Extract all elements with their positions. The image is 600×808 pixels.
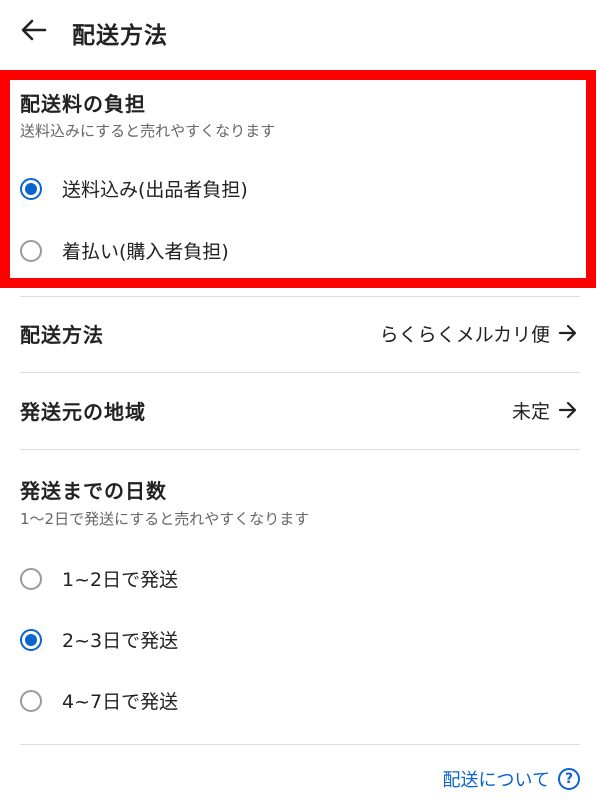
radio-option-1-2-days[interactable]: 1~2日で発送	[20, 565, 178, 592]
arrow-right-icon	[558, 401, 578, 419]
divider	[20, 296, 580, 297]
back-button[interactable]	[14, 14, 54, 50]
shipping-info-link-text: 配送について	[442, 770, 550, 791]
radio-option-2-3-days[interactable]: 2~3日で発送	[20, 626, 178, 653]
radio-button[interactable]	[20, 239, 42, 262]
radio-option-label: 2~3日で発送	[62, 630, 179, 652]
page-title: 配送方法	[72, 23, 168, 49]
arrow-left-icon	[21, 19, 47, 45]
divider	[20, 449, 580, 450]
days-to-ship-title: 発送までの日数	[20, 479, 167, 503]
radio-option-label: 送料込み(出品者負担)	[62, 179, 248, 201]
radio-button-checked[interactable]	[20, 177, 42, 200]
divider	[20, 372, 580, 373]
radio-option-prepaid[interactable]: 送料込み(出品者負担)	[20, 175, 248, 202]
shipping-method-value: らくらくメルカリ便	[379, 323, 550, 346]
shipping-method-label: 配送方法	[20, 322, 104, 347]
days-to-ship-hint: 1〜2日で発送にすると売れやすくなります	[20, 510, 310, 528]
radio-option-label: 4~7日で発送	[62, 691, 179, 713]
shipping-fee-title: 配送料の負担	[20, 92, 146, 116]
origin-region-value: 未定	[511, 400, 550, 423]
shipping-info-link[interactable]: 配送について ?	[443, 766, 580, 792]
radio-option-label: 1~2日で発送	[62, 569, 179, 591]
radio-option-cod[interactable]: 着払い(購入者負担)	[20, 237, 229, 264]
header: 配送方法	[0, 0, 600, 64]
shipping-method-screen: 配送方法 配送料の負担 送料込みにすると売れやすくなります 送料込み(出品者負担…	[0, 0, 600, 808]
radio-option-4-7-days[interactable]: 4~7日で発送	[20, 687, 178, 714]
shipping-fee-hint: 送料込みにすると売れやすくなります	[20, 122, 276, 140]
radio-option-label: 着払い(購入者負担)	[62, 241, 229, 263]
shipping-method-value-group: らくらくメルカリ便	[380, 320, 578, 347]
origin-region-label: 発送元の地域	[20, 399, 146, 424]
radio-button[interactable]	[20, 567, 42, 590]
radio-button-checked[interactable]	[20, 628, 42, 651]
origin-region-value-group: 未定	[512, 397, 578, 424]
origin-region-row[interactable]: 発送元の地域 未定	[20, 390, 578, 430]
radio-button[interactable]	[20, 689, 42, 712]
divider	[20, 744, 580, 745]
arrow-right-icon	[558, 324, 578, 342]
help-icon: ?	[558, 768, 580, 790]
shipping-method-row[interactable]: 配送方法 らくらくメルカリ便	[20, 313, 578, 353]
